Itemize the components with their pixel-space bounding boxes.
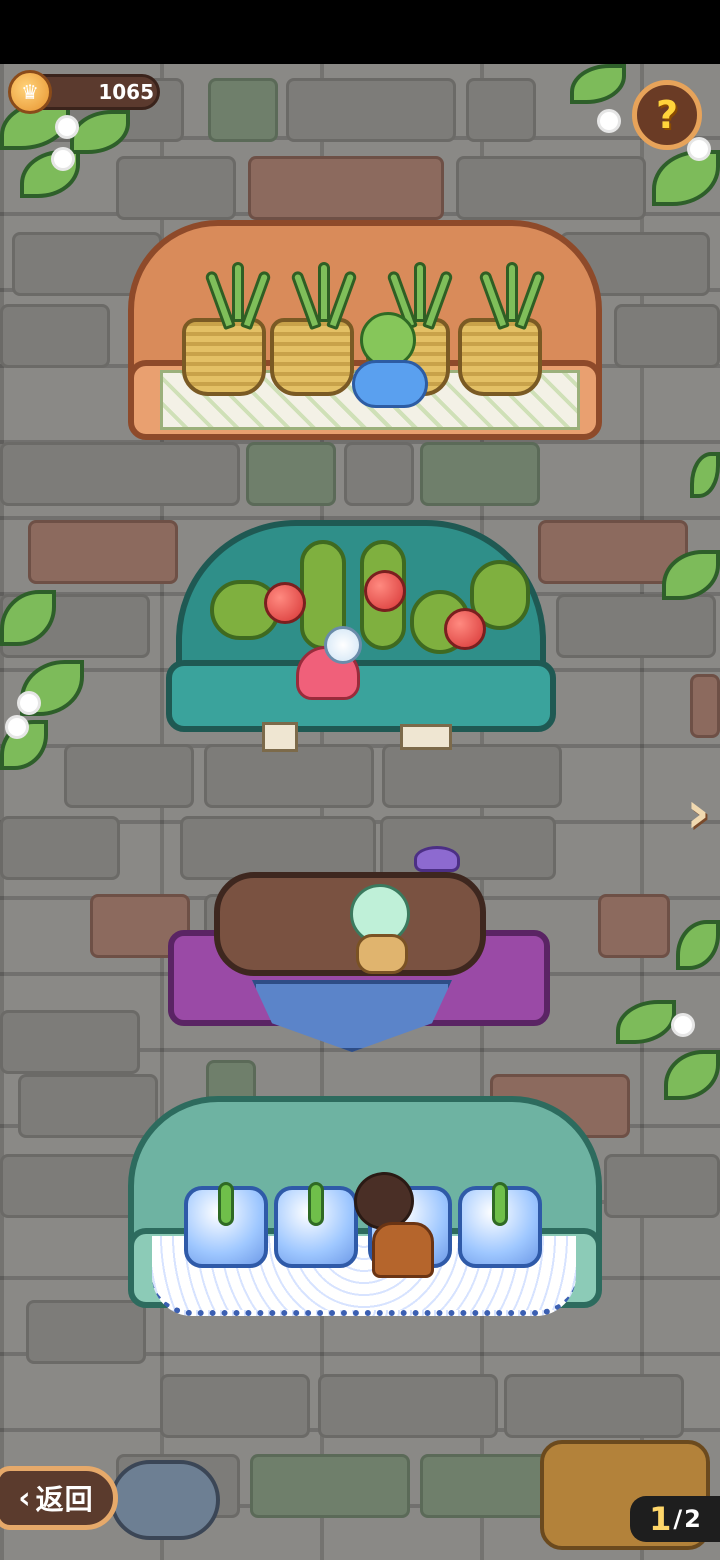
chevron-left-icon: ‹ xyxy=(18,1480,32,1516)
next-page-arrow[interactable]: › xyxy=(678,778,718,846)
flower-decoration xyxy=(54,150,72,168)
tomato-icon[interactable] xyxy=(264,582,306,624)
grass-icon xyxy=(232,262,244,322)
grass-pot[interactable] xyxy=(182,318,266,396)
help-button[interactable]: ? xyxy=(632,80,702,150)
grass-icon xyxy=(506,262,518,322)
flower-decoration xyxy=(674,1016,692,1034)
potion-flask xyxy=(324,626,362,664)
flower-decoration xyxy=(690,140,708,158)
sprout-icon xyxy=(218,1182,234,1226)
shelf-tag xyxy=(262,722,298,752)
page-total: 2 xyxy=(684,1505,701,1533)
gardener-dress xyxy=(372,1222,434,1278)
hollow-log xyxy=(214,872,486,976)
back-label: 返回 xyxy=(35,1483,94,1516)
tomato-icon[interactable] xyxy=(444,608,486,650)
coin-icon: ♛ xyxy=(8,70,52,114)
coin-value: 1065 xyxy=(98,80,154,104)
page-current: 1 xyxy=(649,1500,672,1538)
page-separator: / xyxy=(673,1505,683,1533)
question-icon: ? xyxy=(655,93,679,137)
grass-icon xyxy=(318,262,330,322)
flower-decoration xyxy=(20,694,38,712)
flower-decoration xyxy=(600,112,618,130)
sprout-icon xyxy=(308,1182,324,1226)
grass-icon xyxy=(414,262,426,322)
shelf-base xyxy=(166,660,556,732)
flower-decoration xyxy=(58,118,76,136)
status-bar xyxy=(0,0,720,64)
cloud-seat xyxy=(352,360,428,408)
fairy-body xyxy=(356,934,408,974)
page-indicator: 1 / 2 xyxy=(630,1496,720,1542)
sprout-icon xyxy=(492,1182,508,1226)
watering-can-icon xyxy=(110,1460,220,1540)
flower-decoration xyxy=(8,718,26,736)
tomato-icon[interactable] xyxy=(364,570,406,612)
back-button[interactable]: ‹ 返回 xyxy=(0,1466,118,1530)
chevron-right-icon: › xyxy=(686,778,710,846)
shelf-tag xyxy=(400,724,452,750)
mushroom-icon xyxy=(414,846,460,872)
